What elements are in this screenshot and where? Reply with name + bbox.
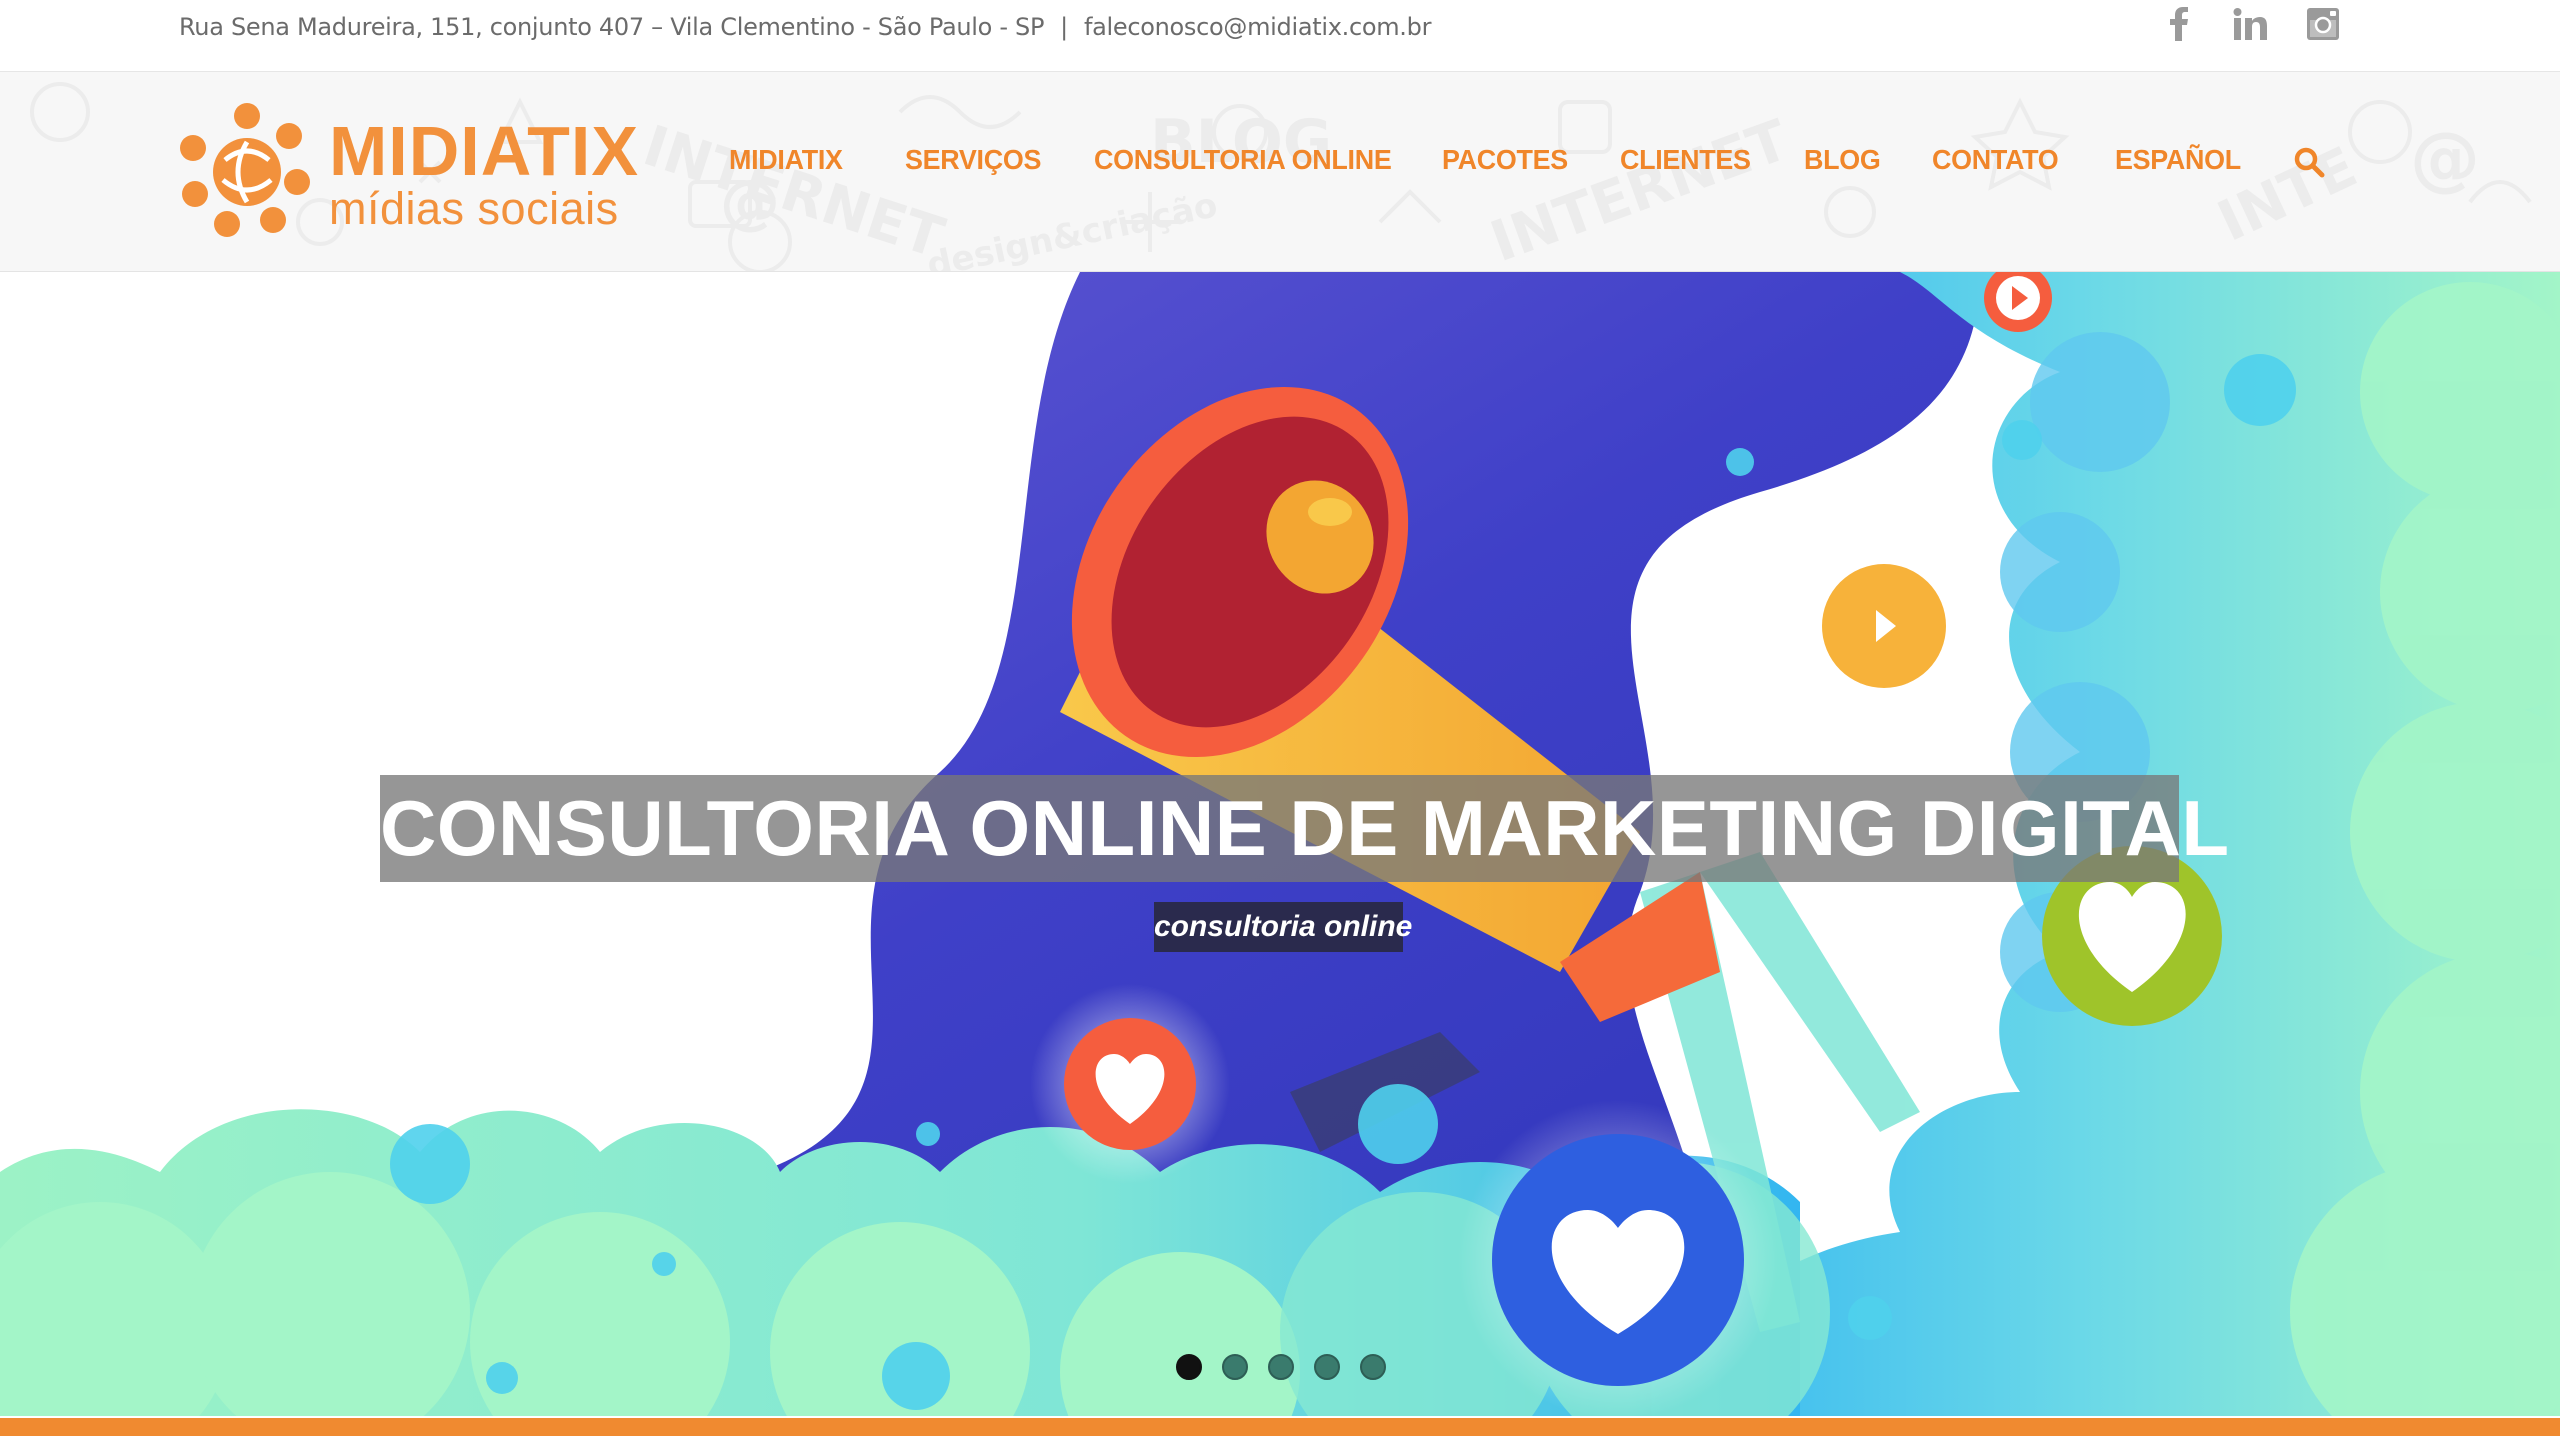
slide-subtitle[interactable]: consultoria online — [1154, 902, 1412, 952]
footer-accent-bar — [0, 1418, 2560, 1436]
logo-tagline: mídias sociais — [329, 183, 619, 234]
separator: | — [1060, 13, 1068, 41]
facebook-icon[interactable] — [2155, 2, 2203, 46]
slider-dot-1[interactable] — [1176, 1354, 1202, 1380]
nav-item-pacotes[interactable]: PACOTES — [1442, 142, 1568, 178]
search-icon[interactable] — [2292, 145, 2326, 179]
nav-item-espanol[interactable]: ESPAÑOL — [2115, 142, 2241, 178]
address-text: Rua Sena Madureira, 151, conjunto 407 – … — [179, 13, 1045, 41]
logo-mark-icon — [180, 103, 310, 237]
logo-brand: MIDIATIX — [329, 112, 640, 190]
email-link[interactable]: faleconosco@midiatix.com.br — [1084, 13, 1432, 41]
slider-dot-3[interactable] — [1268, 1354, 1294, 1380]
svg-text:INTERNET: INTERNET — [1483, 108, 1797, 271]
slide-title: CONSULTORIA ONLINE DE MARKETING DIGITAL — [380, 775, 2229, 882]
contact-info: Rua Sena Madureira, 151, conjunto 407 – … — [179, 10, 1431, 44]
slider-dot-4[interactable] — [1314, 1354, 1340, 1380]
nav-item-servicos[interactable]: SERVIÇOS — [905, 142, 1041, 178]
linkedin-icon[interactable] — [2226, 2, 2274, 46]
slider-dot-2[interactable] — [1222, 1354, 1248, 1380]
nav-item-blog[interactable]: BLOG — [1804, 142, 1881, 178]
nav-item-midiatix[interactable]: MIDIATIX — [729, 142, 843, 178]
hero-slider: CONSULTORIA ONLINE DE MARKETING DIGITAL … — [0, 272, 2560, 1416]
instagram-icon[interactable] — [2299, 2, 2347, 46]
slider-dot-5[interactable] — [1360, 1354, 1386, 1380]
heart-icon-red — [1030, 984, 1230, 1184]
top-info-bar: Rua Sena Madureira, 151, conjunto 407 – … — [0, 0, 2560, 72]
svg-text:design&criação: design&criação — [924, 185, 1221, 271]
site-logo[interactable]: MIDIATIX mídias sociais — [177, 102, 640, 242]
heart-icon-blue — [1458, 1100, 1778, 1416]
svg-text:INTERNET: INTERNET — [636, 113, 951, 271]
svg-text:@: @ — [2410, 117, 2480, 199]
play-icon-mid — [1798, 540, 1970, 712]
nav-item-consultoria-online[interactable]: CONSULTORIA ONLINE — [1094, 142, 1392, 178]
nav-item-contato[interactable]: CONTATO — [1932, 142, 2059, 178]
nav-item-clientes[interactable]: CLIENTES — [1620, 142, 1751, 178]
site-header: INTERNET INTERNET INTE design&criação BL… — [0, 72, 2560, 272]
